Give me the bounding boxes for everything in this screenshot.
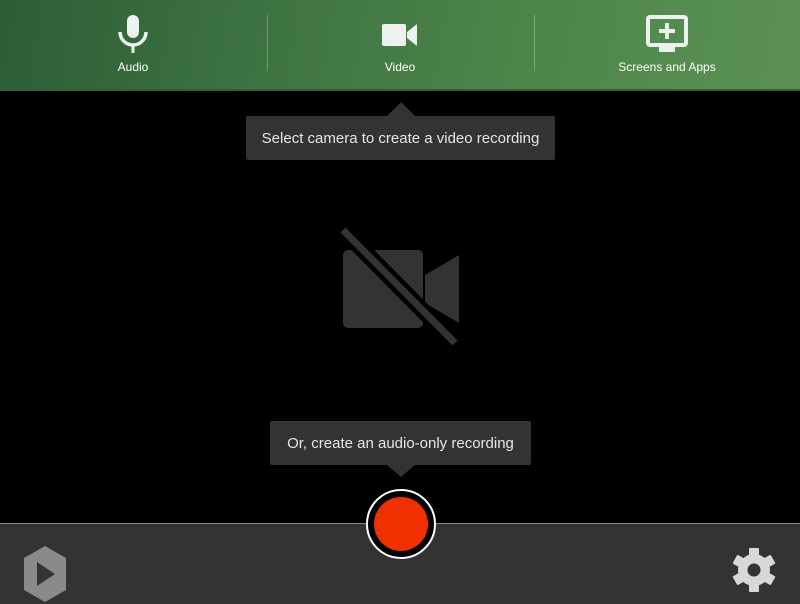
video-camera-icon xyxy=(382,24,417,46)
tab-audio[interactable]: Audio xyxy=(0,0,266,89)
audio-tooltip: Or, create an audio-only recording xyxy=(270,421,531,465)
tooltip-arrow xyxy=(387,102,415,116)
gear-icon[interactable] xyxy=(730,546,778,594)
microphone-icon xyxy=(118,15,148,53)
tab-label: Video xyxy=(384,60,416,74)
app-logo-icon xyxy=(24,546,66,602)
screen-add-icon xyxy=(646,15,688,52)
tooltip-arrow xyxy=(387,465,415,477)
camera-off-icon xyxy=(337,225,461,349)
record-icon xyxy=(374,497,428,551)
recording-type-bar: Audio Video Screens and Apps xyxy=(0,0,800,91)
tab-screens-and-apps[interactable]: Screens and Apps xyxy=(534,0,800,89)
tab-video[interactable]: Video xyxy=(267,0,533,89)
tab-label: Screens and Apps xyxy=(618,60,716,74)
tab-label: Audio xyxy=(117,60,149,74)
camera-tooltip: Select camera to create a video recordin… xyxy=(246,116,555,160)
record-button[interactable] xyxy=(366,489,436,559)
